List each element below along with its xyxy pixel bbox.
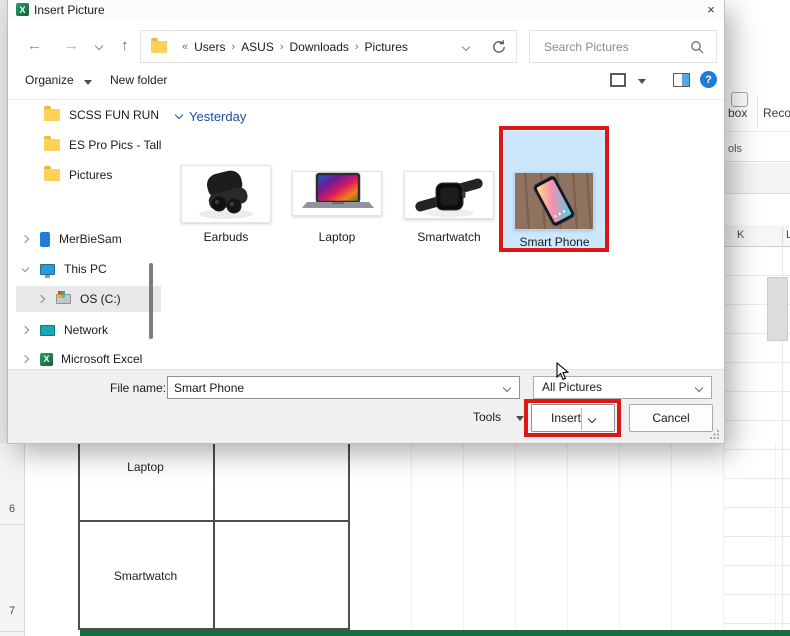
file-name-label: File name: [110,381,167,395]
file-label-laptop[interactable]: Laptop [287,230,387,244]
cancel-button[interactable]: Cancel [629,404,713,432]
cell-laptop[interactable]: Laptop [78,460,213,474]
screenshot-root: box Reco ols K L 6 7 Laptop Smartwatch X… [0,0,790,636]
file-thumbnail-laptop[interactable] [292,171,382,216]
close-button[interactable]: × [698,0,724,19]
view-mode-icon[interactable] [610,73,626,87]
tools-button[interactable]: Tools [473,410,501,424]
group-header-yesterday[interactable]: Yesterday [174,109,246,124]
combo-chevron-icon[interactable] [502,383,512,393]
refresh-icon[interactable] [491,39,507,60]
column-header-l[interactable]: L [786,229,790,241]
tools-caret-icon[interactable] [516,416,524,421]
ribbon-separator [724,131,790,132]
row-header-6[interactable]: 6 [0,503,24,515]
expand-chevron-icon[interactable] [22,325,30,335]
folder-icon [44,136,60,151]
gridlines [360,443,790,630]
ribbon-fragment-box: box [728,106,748,120]
folder-icon [151,37,167,53]
view-mode-caret-icon[interactable] [638,79,646,84]
search-box[interactable] [529,30,717,63]
sidebar-item-scss-fun-run[interactable]: SCSS FUN RUN [44,104,162,126]
excel-window-edge [0,0,8,443]
breadcrumb-downloads[interactable]: Downloads [290,40,349,54]
folder-icon [44,106,60,121]
collapse-chevron-icon[interactable] [22,263,30,272]
help-icon[interactable]: ? [700,71,717,88]
annotation-box-smart-phone [499,126,609,252]
mouse-cursor [556,361,570,386]
sidebar-item-this-pc[interactable]: This PC [22,258,162,280]
ribbon-group-divider [757,96,758,128]
table-border [348,443,350,630]
preview-pane-icon[interactable] [673,73,690,87]
back-button[interactable]: ← [27,37,42,54]
organize-button[interactable]: Organize [25,73,74,87]
sidebar-item-merbiesam[interactable]: MerBieSam [22,228,162,250]
sidebar-item-microsoft-excel[interactable]: X Microsoft Excel [22,348,162,370]
row-headers[interactable]: 6 7 [0,443,25,636]
recent-locations-chevron-icon[interactable] [94,41,104,51]
breadcrumb-users[interactable]: Users [194,40,225,54]
os-drive-icon [56,291,71,304]
excel-vertical-scrollbar[interactable] [767,277,788,341]
phone-device-icon [40,231,50,247]
insert-picture-dialog: X Insert Picture × ← → ↑ « Users › ASUS … [8,0,724,443]
new-folder-button[interactable]: New folder [110,73,167,87]
search-icon[interactable] [690,40,704,59]
expand-chevron-icon[interactable] [22,234,30,244]
sidebar-item-os-c[interactable]: OS (C:) [38,288,162,310]
table-border [78,520,350,522]
table-border [213,443,215,630]
resize-grip-icon[interactable] [709,427,720,445]
breadcrumb-pictures[interactable]: Pictures [365,40,408,54]
folder-icon [44,166,60,181]
expand-chevron-icon[interactable] [38,294,46,304]
bottom-green-bar [80,630,790,636]
file-label-smartwatch[interactable]: Smartwatch [399,230,499,244]
forward-button[interactable]: → [64,37,79,54]
sidebar-item-es-pro-pics[interactable]: ES Pro Pics - Tall [44,134,162,156]
file-thumbnail-earbuds[interactable] [181,165,271,223]
file-name-input[interactable] [168,377,493,398]
sidebar-item-network[interactable]: Network [22,319,162,341]
group-collapse-chevron-icon[interactable] [174,110,184,120]
row-header-7[interactable]: 7 [0,605,24,617]
dialog-titlebar[interactable]: X Insert Picture × [8,0,724,19]
formula-bar-fragment[interactable] [724,163,790,194]
column-header-k[interactable]: K [737,229,744,241]
file-thumbnail-smartwatch[interactable] [404,171,494,219]
address-bar[interactable]: « Users › ASUS › Downloads › Pictures [140,30,517,63]
breadcrumb-asus[interactable]: ASUS [241,40,274,54]
annotation-box-insert [524,399,621,437]
organize-caret-icon[interactable] [84,80,92,85]
expand-chevron-icon[interactable] [22,354,30,364]
ribbon-fragment-reco: Reco [763,106,790,120]
ribbon-button-icon[interactable] [731,92,748,107]
dialog-title: Insert Picture [34,3,105,17]
breadcrumb-overflow[interactable]: « [182,41,188,53]
network-icon [40,324,55,336]
close-icon: × [707,2,715,17]
sidebar-item-pictures[interactable]: Pictures [44,164,162,186]
excel-icon: X [40,352,53,366]
this-pc-icon [40,263,55,278]
sidebar-scrollbar[interactable] [149,263,153,339]
excel-logo-icon: X [16,3,29,16]
column-headers[interactable]: K L [724,225,790,247]
search-input[interactable] [530,31,680,62]
ribbon-bottom-border [724,161,790,162]
file-name-combo[interactable] [167,376,520,399]
cell-smartwatch[interactable]: Smartwatch [78,569,213,583]
ribbon-group-label: ols [728,143,743,155]
up-button[interactable]: ↑ [121,37,129,54]
column-divider [782,228,783,244]
file-label-earbuds[interactable]: Earbuds [176,230,276,244]
